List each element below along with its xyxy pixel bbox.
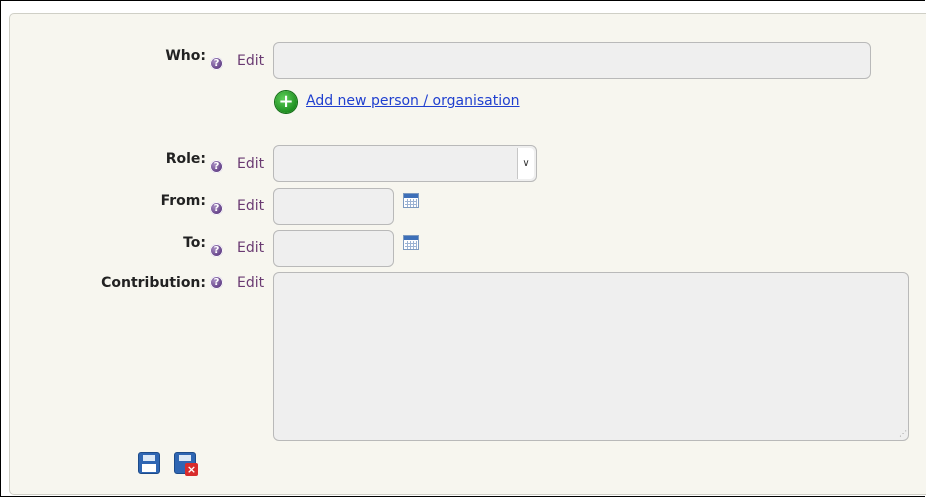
to-edit-link[interactable]: Edit — [237, 240, 264, 256]
add-person-icon[interactable]: + — [275, 91, 297, 113]
from-edit-link[interactable]: Edit — [237, 198, 264, 214]
to-calendar-icon[interactable] — [403, 235, 419, 250]
role-edit-link[interactable]: Edit — [237, 156, 264, 172]
add-person-link[interactable]: Add new person / organisation — [306, 93, 520, 109]
role-help-icon[interactable]: ? — [210, 160, 223, 173]
to-help-icon[interactable]: ? — [210, 244, 223, 257]
to-label: To: — [183, 235, 206, 251]
chevron-down-icon[interactable]: ∨ — [517, 148, 534, 179]
cancel-icon[interactable]: × — [174, 452, 198, 476]
who-help-icon[interactable]: ? — [210, 57, 223, 70]
contribution-help-icon[interactable]: ? — [210, 276, 223, 289]
contribution-textarea[interactable]: ⋰ — [273, 272, 909, 441]
from-label: From: — [160, 193, 206, 209]
contribution-label: Contribution: — [101, 275, 206, 291]
who-input[interactable] — [273, 42, 871, 79]
contribution-edit-link[interactable]: Edit — [237, 275, 264, 291]
from-help-icon[interactable]: ? — [210, 202, 223, 215]
role-select[interactable]: ∨ — [273, 145, 537, 182]
who-edit-link[interactable]: Edit — [237, 53, 264, 69]
from-date-input[interactable] — [273, 188, 394, 225]
save-icon[interactable] — [138, 452, 160, 474]
from-calendar-icon[interactable] — [403, 193, 419, 208]
to-date-input[interactable] — [273, 230, 394, 267]
role-label: Role: — [165, 151, 206, 167]
resize-handle-icon[interactable]: ⋰ — [899, 430, 907, 438]
who-label: Who: — [165, 48, 206, 64]
